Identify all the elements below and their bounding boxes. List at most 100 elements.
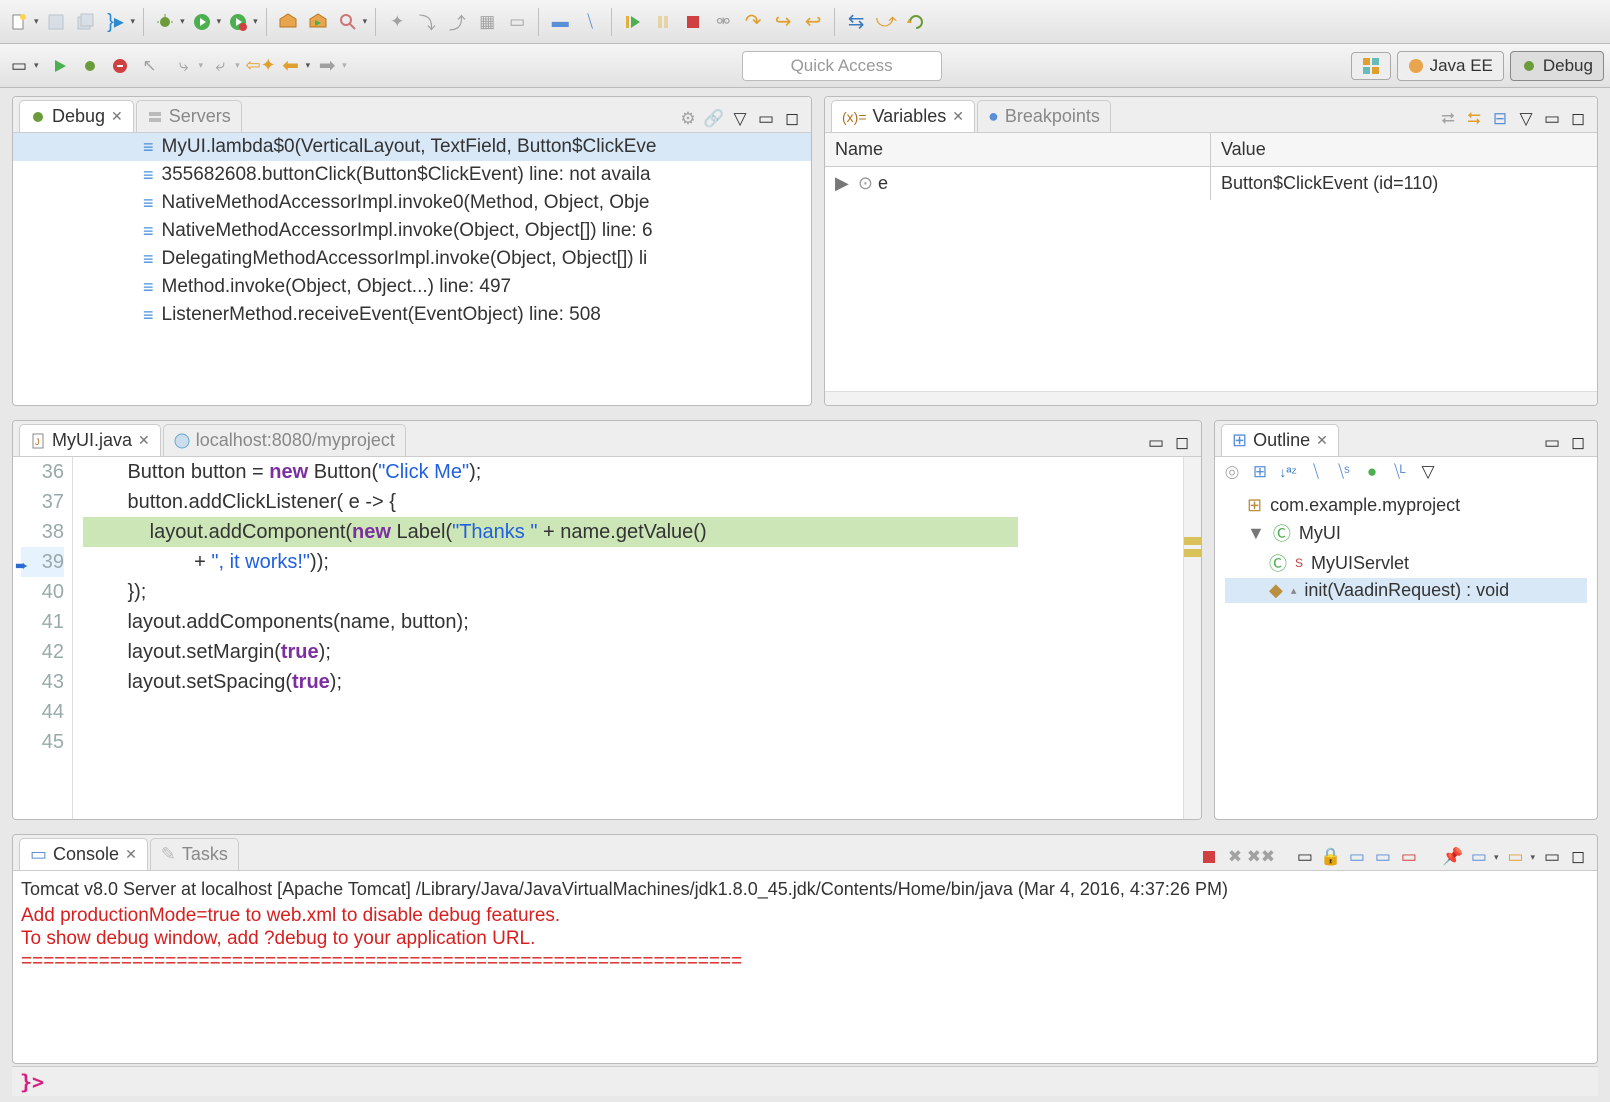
variables-view: (x)=Variables✕ ●Breakpoints ⮂ ⮀ ⊟ ▽ ▭ ◻ … (824, 96, 1598, 406)
view-menu-icon[interactable]: ▽ (1517, 110, 1535, 128)
collapse-all-icon[interactable]: ⊟ (1491, 110, 1509, 128)
view-menu-icon[interactable]: ▽ (1419, 463, 1437, 481)
quick-access-input[interactable]: Quick Access (742, 51, 942, 81)
maximize-icon[interactable]: ◻ (1569, 434, 1587, 452)
stack-frame[interactable]: ≡DelegatingMethodAccessorImpl.invoke(Obj… (13, 245, 811, 273)
minimize-icon[interactable]: ▭ (757, 110, 775, 128)
az-icon[interactable]: ↓ªᶻ (1279, 463, 1297, 481)
step-over-icon[interactable]: ↪ (770, 9, 796, 35)
variable-row[interactable]: ▶ ⊙ e Button$ClickEvent (id=110) (825, 167, 1597, 200)
stack-frame[interactable]: ≡NativeMethodAccessorImpl.invoke0(Method… (13, 189, 811, 217)
tab-debug[interactable]: Debug✕ (19, 100, 134, 132)
tab-servers[interactable]: Servers (136, 100, 242, 132)
pin-icon[interactable]: 📌 (1444, 848, 1462, 866)
show-logical-icon[interactable]: ⮀ (1465, 110, 1483, 128)
main-toolbar-2: ▭▾ ↖ ⤷▾ ⤶▾ ⇦✦ ⬅▾ ➡▾ Quick Access Java EE… (0, 44, 1610, 88)
tab-file-myui[interactable]: JMyUI.java✕ (19, 424, 161, 456)
terminate-icon[interactable] (1200, 848, 1218, 866)
debug-bug-icon[interactable] (152, 9, 178, 35)
forward-icon: ➡ (314, 53, 340, 79)
outline-class[interactable]: ▼ⒸMyUI (1225, 518, 1587, 548)
terminate-icon[interactable] (680, 9, 706, 35)
hide-static-icon[interactable]: ⧹ˢ (1335, 463, 1353, 481)
maximize-icon[interactable]: ◻ (1173, 434, 1191, 452)
tab-browser[interactable]: localhost:8080/myproject (163, 424, 406, 456)
stop-small-icon[interactable] (107, 53, 133, 79)
perspective-javaee[interactable]: Java EE (1397, 51, 1504, 81)
minimize-icon[interactable]: ▭ (1543, 848, 1561, 866)
tab-tasks[interactable]: ✎Tasks (150, 838, 239, 870)
maximize-icon[interactable]: ◻ (783, 110, 801, 128)
minimize-icon[interactable]: ▭ (1543, 110, 1561, 128)
outline-package[interactable]: ⊞com.example.myproject (1225, 493, 1587, 518)
maximize-icon[interactable]: ◻ (1569, 848, 1587, 866)
console-view: ▭Console✕ ✎Tasks ✖ ✖✖ ▭ 🔒 ▭ ▭ ▭ 📌 ▭▾ ▭▾ … (12, 834, 1598, 1064)
new-icon[interactable] (6, 9, 32, 35)
search-icon[interactable] (335, 9, 361, 35)
refresh-icon[interactable] (903, 9, 929, 35)
new-console-icon[interactable]: ▭ (1506, 848, 1524, 866)
outline-view: ⊞Outline✕ ▭ ◻ ◎ ⊞ ↓ªᶻ ⧹ ⧹ˢ ● ⧹ᴸ ▽ ⊞com.e… (1214, 420, 1598, 820)
tab-outline[interactable]: ⊞Outline✕ (1221, 424, 1339, 456)
stack-frame[interactable]: ≡MyUI.lambda$0(VerticalLayout, TextField… (13, 133, 811, 161)
close-icon[interactable]: ✕ (952, 108, 964, 125)
stack-frame[interactable]: ≡355682608.buttonClick(Button$ClickEvent… (13, 161, 811, 189)
minimize-icon[interactable]: ▭ (1543, 434, 1561, 452)
prompt-icon: }> (20, 1070, 44, 1094)
debug-stack[interactable]: ≡MyUI.lambda$0(VerticalLayout, TextField… (13, 133, 811, 329)
display-selected-icon[interactable]: ▭ (1400, 848, 1418, 866)
resume-icon[interactable] (620, 9, 646, 35)
minimize-icon[interactable]: ▭ (1147, 434, 1165, 452)
stack-frame[interactable]: ≡Method.invoke(Object, Object...) line: … (13, 273, 811, 301)
open-task-icon[interactable] (305, 9, 331, 35)
overview-ruler[interactable] (1183, 457, 1201, 819)
prev-edit-icon[interactable]: ⇦✦ (248, 53, 274, 79)
scroll-lock-icon[interactable]: 🔒 (1322, 848, 1340, 866)
close-icon[interactable]: ✕ (125, 846, 137, 863)
skip-icon[interactable]: ⧹ (577, 9, 603, 35)
save-icon[interactable] (43, 9, 69, 35)
close-icon[interactable]: ✕ (111, 108, 123, 125)
hide-nonpublic-icon[interactable]: ● (1363, 463, 1381, 481)
stack-frame[interactable]: ≡ListenerMethod.receiveEvent(EventObject… (13, 301, 811, 329)
outline-method[interactable]: ◆▴init(VaadinRequest) : void (1225, 578, 1587, 603)
open-perspective-button[interactable] (1351, 52, 1391, 80)
tab-variables[interactable]: (x)=Variables✕ (831, 100, 975, 132)
outline-tree[interactable]: ⊞com.example.myproject ▼ⒸMyUI ⒸSMyUIServ… (1215, 487, 1597, 609)
back-icon[interactable]: ⬅ (278, 53, 304, 79)
perspective-debug[interactable]: Debug (1510, 51, 1604, 81)
save-all-icon[interactable] (73, 9, 99, 35)
toggle-breakpoint-icon[interactable]: ▬ (547, 9, 573, 35)
maximize-icon[interactable]: ◻ (1569, 110, 1587, 128)
sort-icon[interactable]: ⊞ (1251, 463, 1269, 481)
skip-breakpoints-icon[interactable]: }▸ (103, 9, 129, 35)
close-icon[interactable]: ✕ (138, 432, 150, 449)
view-menu-icon[interactable]: ▽ (731, 110, 749, 128)
step-filter-icon[interactable]: ⤻ (873, 9, 899, 35)
outline-servlet[interactable]: ⒸSMyUIServlet (1225, 548, 1587, 578)
open-type-icon[interactable] (275, 9, 301, 35)
close-icon[interactable]: ✕ (1316, 432, 1328, 449)
hide-local-icon[interactable]: ⧹ᴸ (1391, 463, 1409, 481)
hide-fields-icon[interactable]: ⧹ (1307, 463, 1325, 481)
tab-console[interactable]: ▭Console✕ (19, 838, 148, 870)
code-editor[interactable]: ➨ 36373839404142434445 Button button = n… (13, 457, 1201, 819)
step-return-icon[interactable]: ↩ (800, 9, 826, 35)
new-menu-icon[interactable]: ▭ (6, 53, 32, 79)
run-icon[interactable] (189, 9, 215, 35)
focus-icon[interactable]: ◎ (1223, 463, 1241, 481)
console-output[interactable]: Add productionMode=true to web.xml to di… (21, 904, 1589, 973)
disconnect-icon: ⚮ (710, 9, 736, 35)
debug-small-icon[interactable] (77, 53, 103, 79)
open-console-icon[interactable]: ▭ (1470, 848, 1488, 866)
remove-launch-icon: ✖ (1226, 848, 1244, 866)
pin-console-icon[interactable]: ▭ (1374, 848, 1392, 866)
tab-breakpoints[interactable]: ●Breakpoints (977, 100, 1111, 132)
step-into-icon[interactable]: ↷ (740, 9, 766, 35)
clear-console-icon[interactable]: ▭ (1296, 848, 1314, 866)
drop-frame-icon[interactable]: ⇆ (843, 9, 869, 35)
stack-frame[interactable]: ≡NativeMethodAccessorImpl.invoke(Object,… (13, 217, 811, 245)
resume-small-icon[interactable] (47, 53, 73, 79)
run-server-icon[interactable] (225, 9, 251, 35)
show-console-icon[interactable]: ▭ (1348, 848, 1366, 866)
